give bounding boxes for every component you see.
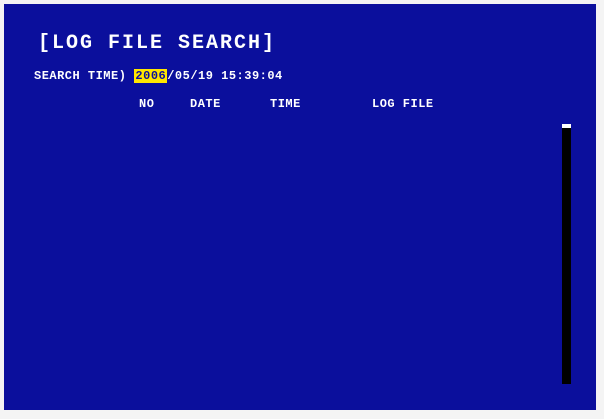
- log-file-search-screen: [LOG FILE SEARCH] SEARCH TIME) 2006/05/19…: [4, 4, 596, 410]
- scrollbar[interactable]: [562, 124, 571, 384]
- column-header-time: TIME: [270, 97, 301, 111]
- scroll-thumb[interactable]: [562, 124, 571, 128]
- search-time-label: SEARCH TIME): [34, 69, 127, 83]
- table-header: NO DATE TIME LOG FILE: [4, 97, 596, 115]
- column-header-no: NO: [139, 97, 155, 111]
- column-header-log-file: LOG FILE: [372, 97, 434, 111]
- page-title: [LOG FILE SEARCH]: [38, 32, 277, 55]
- search-time-row: SEARCH TIME) 2006/05/19 15:39:04: [34, 69, 283, 83]
- search-year-field[interactable]: 2006: [134, 69, 168, 83]
- column-header-date: DATE: [190, 97, 221, 111]
- search-datetime-field[interactable]: /05/19 15:39:04: [167, 69, 283, 83]
